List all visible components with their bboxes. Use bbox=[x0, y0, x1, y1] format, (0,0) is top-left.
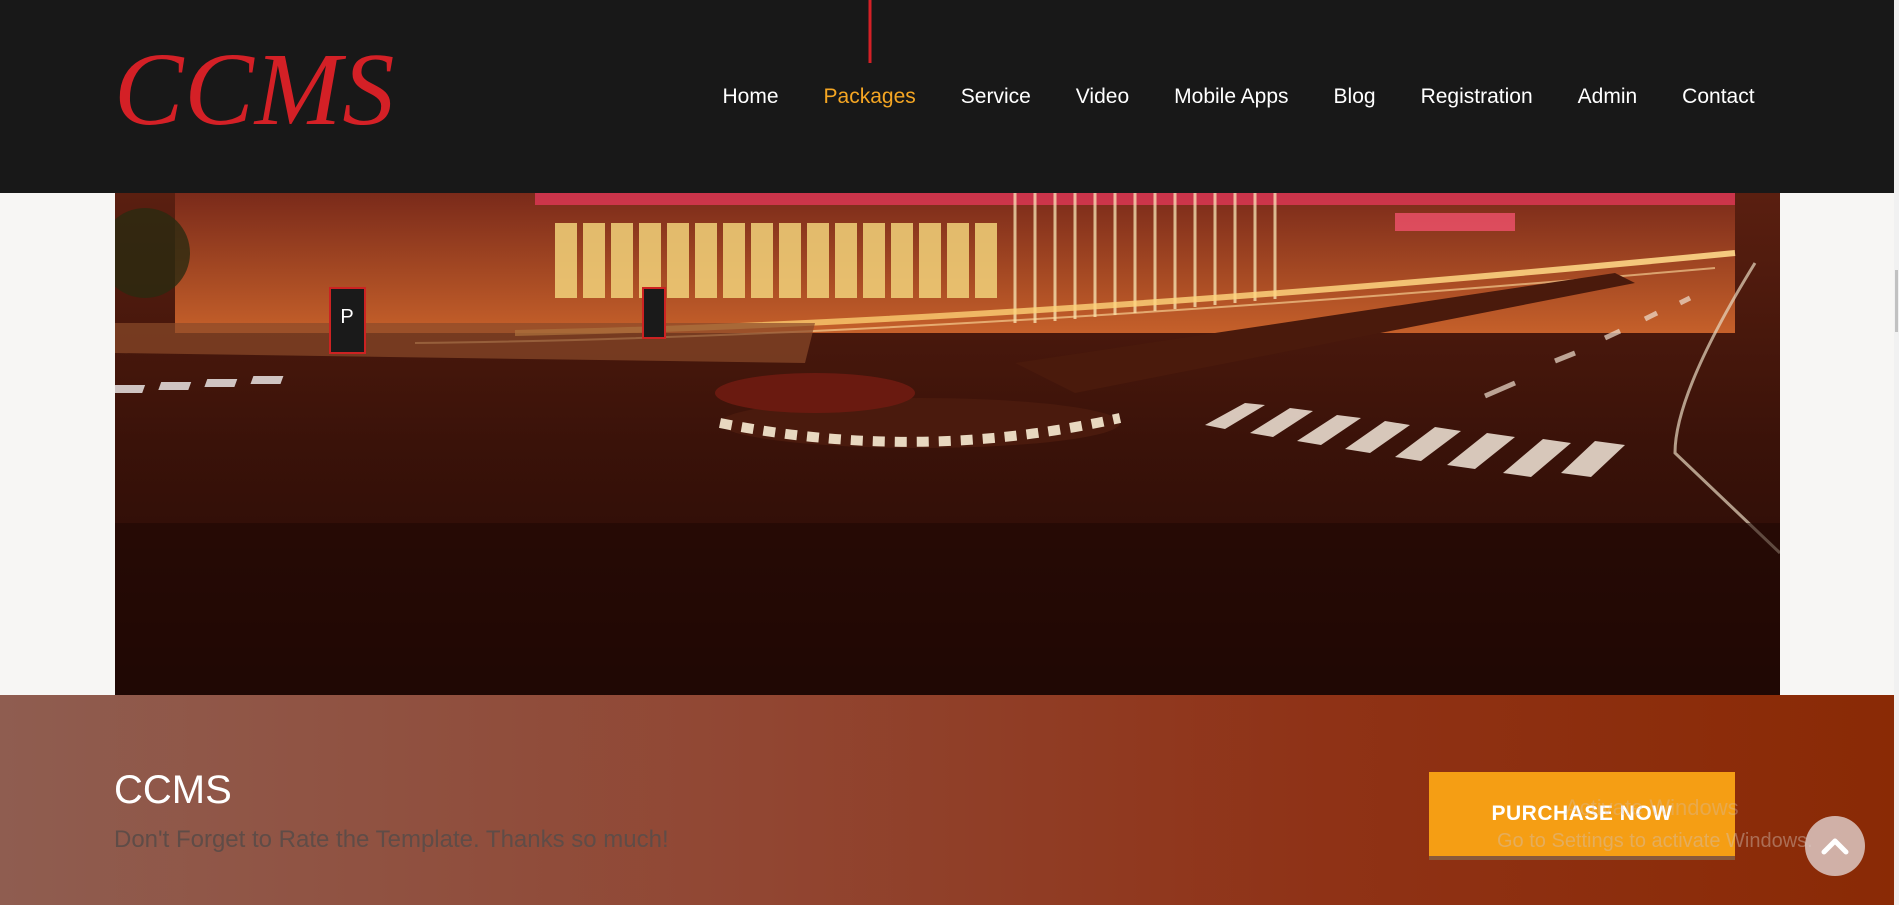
scroll-to-top-button[interactable] bbox=[1805, 816, 1865, 876]
hero-night-street-illustration: P bbox=[115, 193, 1780, 695]
main-nav: Home Packages Service Video Mobile Apps … bbox=[700, 0, 1777, 193]
footer-band: CCMS Don't Forget to Rate the Template. … bbox=[0, 695, 1894, 905]
nav-item-packages[interactable]: Packages bbox=[823, 0, 916, 109]
hero-image: P bbox=[115, 193, 1780, 695]
footer-title: CCMS bbox=[114, 768, 232, 812]
page-scrollbar-thumb[interactable] bbox=[1895, 270, 1898, 332]
nav-item-mobile-apps[interactable]: Mobile Apps bbox=[1174, 85, 1288, 109]
svg-text:P: P bbox=[340, 306, 353, 328]
footer-subtitle: Don't Forget to Rate the Template. Thank… bbox=[114, 826, 669, 853]
nav-item-video[interactable]: Video bbox=[1076, 85, 1129, 109]
page-scrollbar[interactable] bbox=[1894, 0, 1899, 905]
nav-item-admin[interactable]: Admin bbox=[1578, 85, 1638, 109]
nav-item-registration[interactable]: Registration bbox=[1421, 85, 1533, 109]
windows-watermark-title: Activate Windows bbox=[1565, 795, 1739, 820]
nav-item-home[interactable]: Home bbox=[723, 85, 779, 109]
nav-item-service[interactable]: Service bbox=[961, 85, 1031, 109]
site-header: CCMS Home Packages Service Video Mobile … bbox=[0, 0, 1894, 193]
chevron-up-icon bbox=[1821, 838, 1849, 855]
nav-item-contact[interactable]: Contact bbox=[1682, 85, 1754, 109]
windows-watermark-text: Go to Settings to activate Windows. bbox=[1497, 830, 1813, 852]
site-logo[interactable]: CCMS bbox=[114, 38, 395, 142]
active-indicator bbox=[868, 0, 872, 63]
nav-item-label: Packages bbox=[823, 84, 916, 108]
nav-item-blog[interactable]: Blog bbox=[1334, 85, 1376, 109]
